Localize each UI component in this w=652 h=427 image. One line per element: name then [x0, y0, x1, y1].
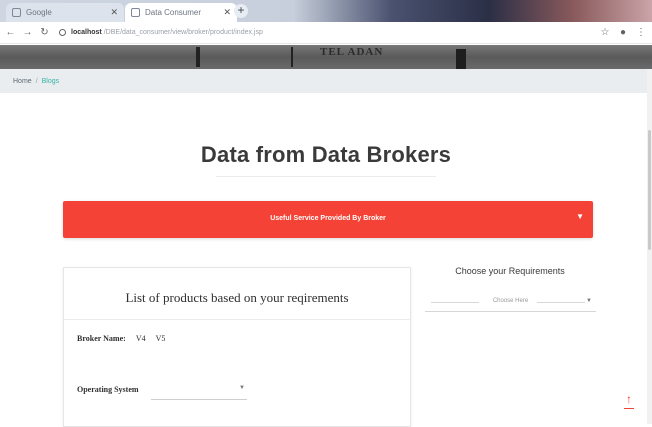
- requirements-select[interactable]: Choose Here ▼: [425, 292, 596, 312]
- broker-option-v5[interactable]: V5: [156, 334, 166, 343]
- menu-kebab-icon[interactable]: ⋮: [634, 27, 648, 38]
- address-host: localhost: [71, 29, 102, 36]
- forward-arrow-icon[interactable]: →: [21, 27, 34, 38]
- back-to-top-button[interactable]: ↑: [622, 393, 636, 415]
- page-scrollbar-thumb[interactable]: [648, 130, 651, 250]
- tab-favicon-icon: [12, 8, 21, 17]
- browser-tab-data-consumer[interactable]: Data Consumer ✕: [125, 3, 237, 22]
- broker-services-accordion[interactable]: Useful Service Provided By Broker ▼: [63, 201, 593, 238]
- accordion-label: Useful Service Provided By Broker: [270, 215, 386, 222]
- products-card: List of products based on your reqiremen…: [63, 267, 411, 427]
- title-divider: [216, 176, 436, 177]
- tab-label: Data Consumer: [145, 8, 202, 17]
- products-card-heading: List of products based on your reqiremen…: [125, 290, 349, 305]
- header-banner-image: TEL ADAN: [0, 45, 652, 69]
- address-path: /DBE/data_consumer/view/broker/product/i…: [103, 29, 263, 36]
- close-tab-icon[interactable]: ✕: [110, 7, 118, 18]
- arrow-base: [624, 408, 634, 409]
- banner-post: [291, 47, 293, 67]
- caret-down-icon[interactable]: ▼: [576, 212, 584, 221]
- page-title: Data from Data Brokers: [200, 142, 452, 167]
- broker-option-v4[interactable]: V4: [136, 334, 146, 343]
- address-bar[interactable]: localhost /DBE/data_consumer/view/broker…: [59, 25, 588, 40]
- banner-post: [196, 47, 200, 67]
- site-info-icon[interactable]: [59, 29, 66, 36]
- back-arrow-icon[interactable]: ←: [4, 27, 17, 38]
- chevron-down-icon: ▼: [586, 298, 592, 304]
- arrow-up-icon: ↑: [626, 392, 632, 406]
- operating-system-select[interactable]: ▼: [151, 378, 247, 400]
- select-placeholder-rule: [537, 302, 585, 303]
- tab-label: Google: [26, 8, 52, 17]
- broker-name-row: Broker Name: V4 V5: [77, 334, 165, 343]
- reload-icon[interactable]: ↻: [38, 27, 51, 38]
- browser-tab-google[interactable]: Google ✕: [6, 3, 124, 22]
- browser-tab-bar: Google ✕ Data Consumer ✕ +: [0, 0, 652, 22]
- breadcrumb-home-link[interactable]: Home: [13, 78, 32, 85]
- new-tab-button[interactable]: +: [234, 4, 248, 18]
- banner-stamp-text: TEL ADAN: [320, 46, 384, 58]
- banner-block: [456, 49, 466, 69]
- requirements-title: Choose your Requirements: [455, 266, 565, 276]
- chevron-down-icon: ▼: [239, 385, 245, 391]
- breadcrumb-current: Blogs: [41, 77, 60, 85]
- broker-name-label: Broker Name:: [77, 334, 126, 343]
- products-card-header: List of products based on your reqiremen…: [64, 268, 410, 320]
- bookmark-star-icon[interactable]: ☆: [598, 27, 612, 38]
- profile-icon[interactable]: ●: [616, 27, 630, 38]
- operating-system-label: Operating System: [77, 385, 139, 394]
- breadcrumb-separator: /: [35, 77, 38, 85]
- requirements-placeholder: Choose Here: [492, 298, 529, 304]
- breadcrumb: Home / Blogs: [0, 69, 652, 93]
- close-tab-icon[interactable]: ✕: [223, 7, 231, 18]
- browser-toolbar: ← → ↻ localhost /DBE/data_consumer/view/…: [0, 22, 652, 44]
- tab-favicon-icon: [131, 8, 140, 17]
